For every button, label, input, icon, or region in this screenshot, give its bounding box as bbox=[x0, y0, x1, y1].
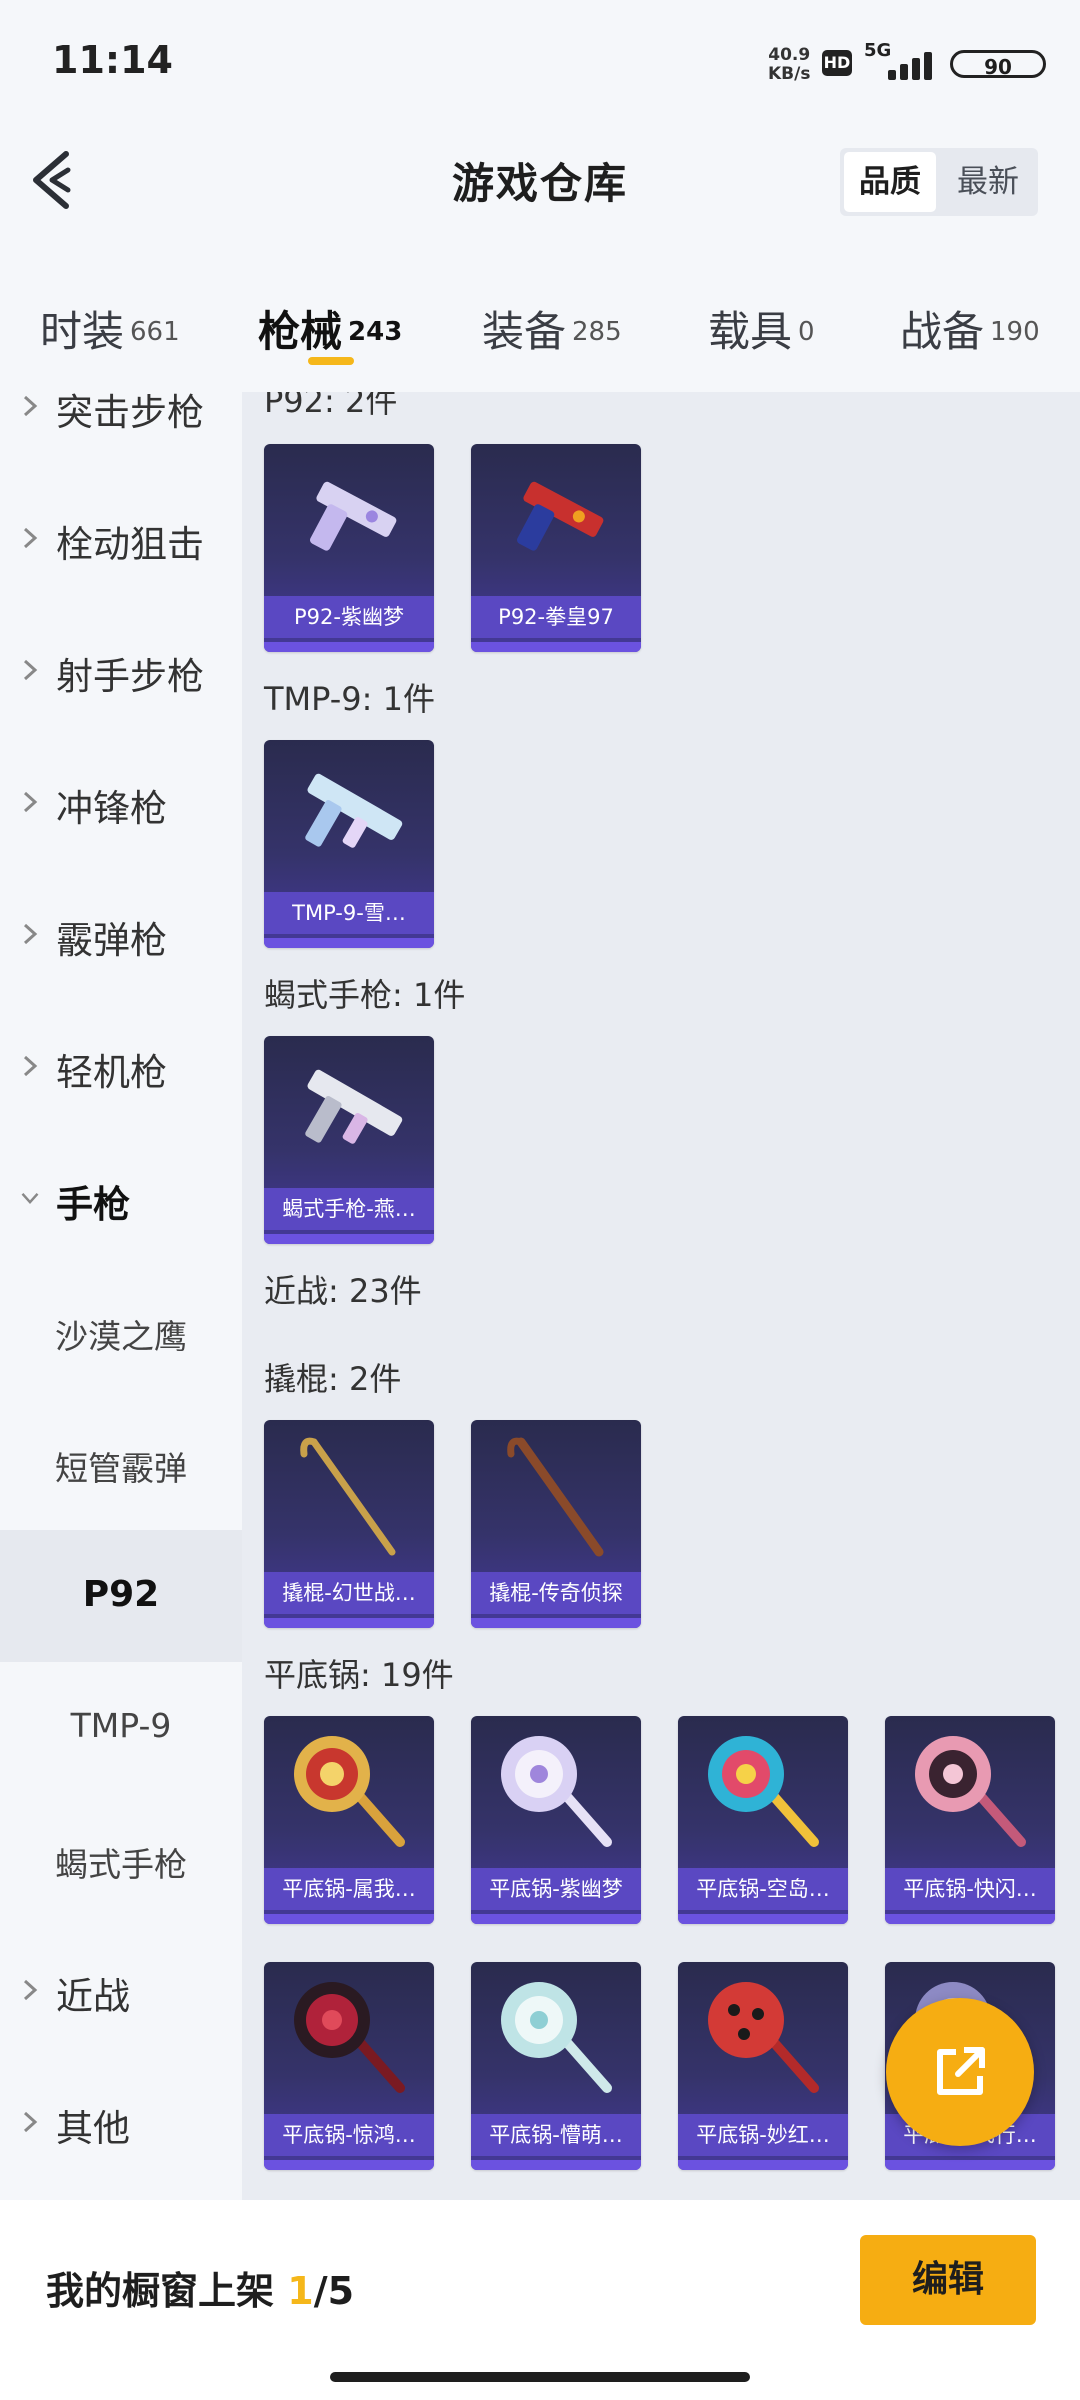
sidebar-item-bolt-sniper[interactable]: 栓动狙击 bbox=[0, 474, 242, 606]
sidebar-item-smg[interactable]: 冲锋枪 bbox=[0, 738, 242, 870]
chevron-right-icon bbox=[23, 2111, 38, 2133]
tab-firearms[interactable]: 枪械 243 bbox=[258, 298, 402, 359]
crowbar-icon bbox=[300, 1437, 396, 1556]
item-card[interactable]: 平底锅-妙红… bbox=[678, 1962, 848, 2170]
chevron-right-icon bbox=[23, 1979, 38, 2001]
chevron-right-icon bbox=[23, 659, 38, 681]
item-card[interactable]: 撬棍-传奇侦探 bbox=[471, 1420, 641, 1628]
pan-icon bbox=[501, 1736, 612, 1847]
tab-equipment[interactable]: 装备 285 bbox=[482, 298, 622, 359]
sidebar-item-other[interactable]: 其他 bbox=[0, 2058, 242, 2190]
sidebar-subitem-sawed-off[interactable]: 短管霰弹 bbox=[0, 1398, 242, 1530]
chevron-right-icon bbox=[23, 395, 38, 417]
sidebar-subitem-p92[interactable]: P92 bbox=[0, 1530, 242, 1662]
sidebar-item-dmr[interactable]: 射手步枪 bbox=[0, 606, 242, 738]
pistol-icon bbox=[310, 481, 397, 551]
pan-icon bbox=[501, 1982, 612, 2093]
chevron-right-icon bbox=[23, 1055, 38, 1077]
status-bar: 11:14 40.9 KB/s HD 5G 90 bbox=[0, 0, 1080, 130]
section-header-melee: 近战: 23件 bbox=[264, 1272, 422, 1310]
smg-icon bbox=[305, 773, 403, 848]
sidebar-item-shotgun[interactable]: 霰弹枪 bbox=[0, 870, 242, 1002]
pan-icon bbox=[708, 1982, 819, 2093]
pistol-icon bbox=[517, 481, 604, 551]
tab-vehicles[interactable]: 载具 0 bbox=[708, 298, 815, 359]
item-card[interactable]: 蝎式手枪-燕… bbox=[264, 1036, 434, 1244]
home-indicator bbox=[330, 2372, 750, 2382]
item-card[interactable]: P92-紫幽梦 bbox=[264, 444, 434, 652]
chevron-right-icon bbox=[23, 791, 38, 813]
section-header-crowbar: 撬棍: 2件 bbox=[264, 1360, 402, 1398]
active-tab-indicator bbox=[308, 357, 354, 365]
hd-voice-icon: HD bbox=[822, 50, 852, 76]
item-card[interactable]: TMP-9-雪… bbox=[264, 740, 434, 948]
item-card[interactable]: 平底锅-紫幽梦 bbox=[471, 1716, 641, 1924]
sort-quality-button[interactable]: 品质 bbox=[844, 152, 936, 212]
share-fab-button[interactable] bbox=[886, 1998, 1034, 2146]
item-card[interactable]: 平底锅-快闪… bbox=[885, 1716, 1055, 1924]
sort-toggle: 品质 最新 bbox=[840, 148, 1038, 216]
showcase-bar: 我的橱窗上架 1/5 编辑 bbox=[0, 2200, 1080, 2400]
sidebar-item-pistol[interactable]: 手枪 bbox=[0, 1134, 242, 1266]
tab-supplies[interactable]: 战备 190 bbox=[900, 298, 1040, 359]
edit-button[interactable]: 编辑 bbox=[860, 2235, 1036, 2325]
item-grid: P92: 2件 P92-紫幽梦 P92-拳皇97 TMP-9: 1件 TMP-9… bbox=[242, 392, 1080, 2200]
section-header-skorpion: 蝎式手枪: 1件 bbox=[264, 976, 466, 1014]
section-header-pan: 平底锅: 19件 bbox=[264, 1656, 454, 1694]
item-card[interactable]: 平底锅-属我… bbox=[264, 1716, 434, 1924]
sidebar-item-lmg[interactable]: 轻机枪 bbox=[0, 1002, 242, 1134]
network-speed: 40.9 KB/s bbox=[768, 45, 811, 84]
pan-icon bbox=[915, 1736, 1026, 1847]
section-header-p92: P92: 2件 bbox=[264, 392, 398, 420]
section-header-tmp9: TMP-9: 1件 bbox=[264, 680, 435, 718]
pan-icon bbox=[294, 1982, 405, 2093]
sidebar-subitem-tmp9[interactable]: TMP-9 bbox=[0, 1662, 242, 1794]
smg-icon bbox=[305, 1069, 403, 1144]
crowbar-icon bbox=[507, 1437, 604, 1557]
weapon-type-sidebar: 突击步枪 栓动狙击 射手步枪 冲锋枪 霰弹枪 轻机枪 手枪 沙漠之鹰 短管霰弹 … bbox=[0, 391, 242, 2200]
pan-icon bbox=[708, 1736, 819, 1847]
sort-newest-button[interactable]: 最新 bbox=[942, 152, 1034, 212]
pan-icon bbox=[294, 1736, 405, 1847]
sidebar-item-melee[interactable]: 近战 bbox=[0, 1926, 242, 2058]
chevron-right-icon bbox=[23, 923, 38, 945]
battery-icon: 90 bbox=[950, 50, 1046, 79]
status-time: 11:14 bbox=[52, 38, 173, 82]
sidebar-subitem-desert-eagle[interactable]: 沙漠之鹰 bbox=[0, 1266, 242, 1398]
export-icon bbox=[937, 2047, 985, 2095]
sidebar-item-assault-rifle[interactable]: 突击步枪 bbox=[0, 342, 242, 474]
item-card[interactable]: 撬棍-幻世战… bbox=[264, 1420, 434, 1628]
item-card[interactable]: P92-拳皇97 bbox=[471, 444, 641, 652]
signal-icon bbox=[866, 48, 934, 80]
item-card[interactable]: 平底锅-懵萌… bbox=[471, 1962, 641, 2170]
sidebar-subitem-skorpion[interactable]: 蝎式手枪 bbox=[0, 1794, 242, 1926]
item-card[interactable]: 平底锅-空岛… bbox=[678, 1716, 848, 1924]
showcase-count: 我的橱窗上架 1/5 bbox=[46, 2269, 355, 2313]
item-card[interactable]: 平底锅-惊鸿… bbox=[264, 1962, 434, 2170]
chevron-down-icon bbox=[21, 1192, 39, 1205]
chevron-right-icon bbox=[23, 527, 38, 549]
